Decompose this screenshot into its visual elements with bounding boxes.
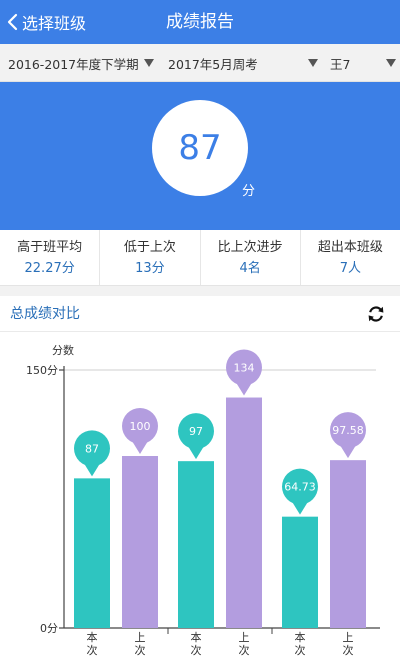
filter-bar: 2016-2017年度下学期 2017年5月周考 王7: [0, 44, 400, 82]
score-comparison-chart: 分数 150分 0分 87 本次 100 上次 97 本次 134 上次 64.73 本次 97.58 上次: [26, 344, 380, 657]
data-label: 87: [85, 442, 99, 455]
stat-exceeds-classmates: 超出本班级 7人: [301, 230, 400, 285]
x-series-label: 上次: [239, 631, 250, 657]
score-unit: 分: [242, 184, 256, 199]
bar-current: [178, 461, 214, 628]
stat-label: 高于班平均: [17, 240, 83, 255]
data-label: 64.73: [284, 481, 316, 494]
stat-label: 比上次进步: [217, 240, 283, 255]
back-button[interactable]: 选择班级: [6, 0, 86, 44]
triangle-down-icon: [308, 59, 318, 67]
stat-below-last-time: 低于上次 13分: [100, 230, 201, 285]
refresh-icon: [366, 306, 386, 328]
y-tick-label: 0分: [40, 622, 58, 635]
bar-current: [74, 478, 110, 628]
score-banner: 87 分: [0, 82, 400, 230]
stat-value: 22.27分: [24, 261, 75, 276]
triangle-down-icon: [386, 59, 396, 67]
stat-value: 7人: [339, 261, 362, 276]
data-label: 134: [234, 362, 255, 375]
bar-previous: [122, 456, 158, 628]
score-circle: 87: [152, 100, 248, 196]
x-series-label: 本次: [191, 630, 202, 657]
x-series-label: 上次: [135, 631, 146, 657]
term-filter[interactable]: 2016-2017年度下学期: [8, 44, 154, 82]
chevron-left-icon: [6, 13, 18, 31]
score-value: 87: [178, 128, 222, 168]
stat-above-class-average: 高于班平均 22.27分: [0, 230, 101, 285]
more-filter[interactable]: [386, 44, 396, 82]
bar-previous: [226, 397, 262, 628]
stat-value: 4名: [239, 261, 261, 276]
data-label: 97.58: [332, 424, 364, 437]
exam-filter-label: 2017年5月周考: [168, 56, 258, 72]
term-filter-label: 2016-2017年度下学期: [8, 56, 139, 72]
y-axis-title: 分数: [52, 344, 74, 357]
x-series-label: 本次: [295, 630, 306, 657]
stat-label: 低于上次: [123, 240, 176, 255]
data-label: 97: [189, 425, 203, 438]
stats-row: 高于班平均 22.27分 低于上次 13分 比上次进步 4名 超出本班级 7人: [0, 230, 400, 286]
bar-current: [282, 516, 318, 628]
student-filter-label: 王7: [330, 56, 351, 72]
chart-section-title: 总成绩对比: [10, 306, 80, 322]
stat-label: 超出本班级: [317, 240, 383, 255]
refresh-button[interactable]: [366, 304, 386, 324]
x-series-label: 上次: [343, 631, 354, 657]
x-series-label: 本次: [87, 630, 98, 657]
stat-value: 13分: [135, 261, 165, 276]
back-label: 选择班级: [22, 14, 87, 33]
section-divider: [0, 286, 400, 296]
student-filter[interactable]: 王7: [308, 44, 350, 82]
data-label: 100: [130, 420, 151, 433]
bar-previous: [330, 460, 366, 628]
y-tick-label: 150分: [26, 364, 58, 377]
stat-rank-progress: 比上次进步 4名: [201, 230, 301, 285]
chart-section-header: 总成绩对比: [0, 296, 400, 332]
triangle-down-icon: [143, 59, 154, 67]
app-screen: 选择班级 成绩报告 2016-2017年度下学期 2017年5月周考 王7 87…: [0, 0, 400, 660]
top-bar: 选择班级 成绩报告: [0, 0, 400, 44]
exam-filter[interactable]: 2017年5月周考: [168, 44, 258, 82]
